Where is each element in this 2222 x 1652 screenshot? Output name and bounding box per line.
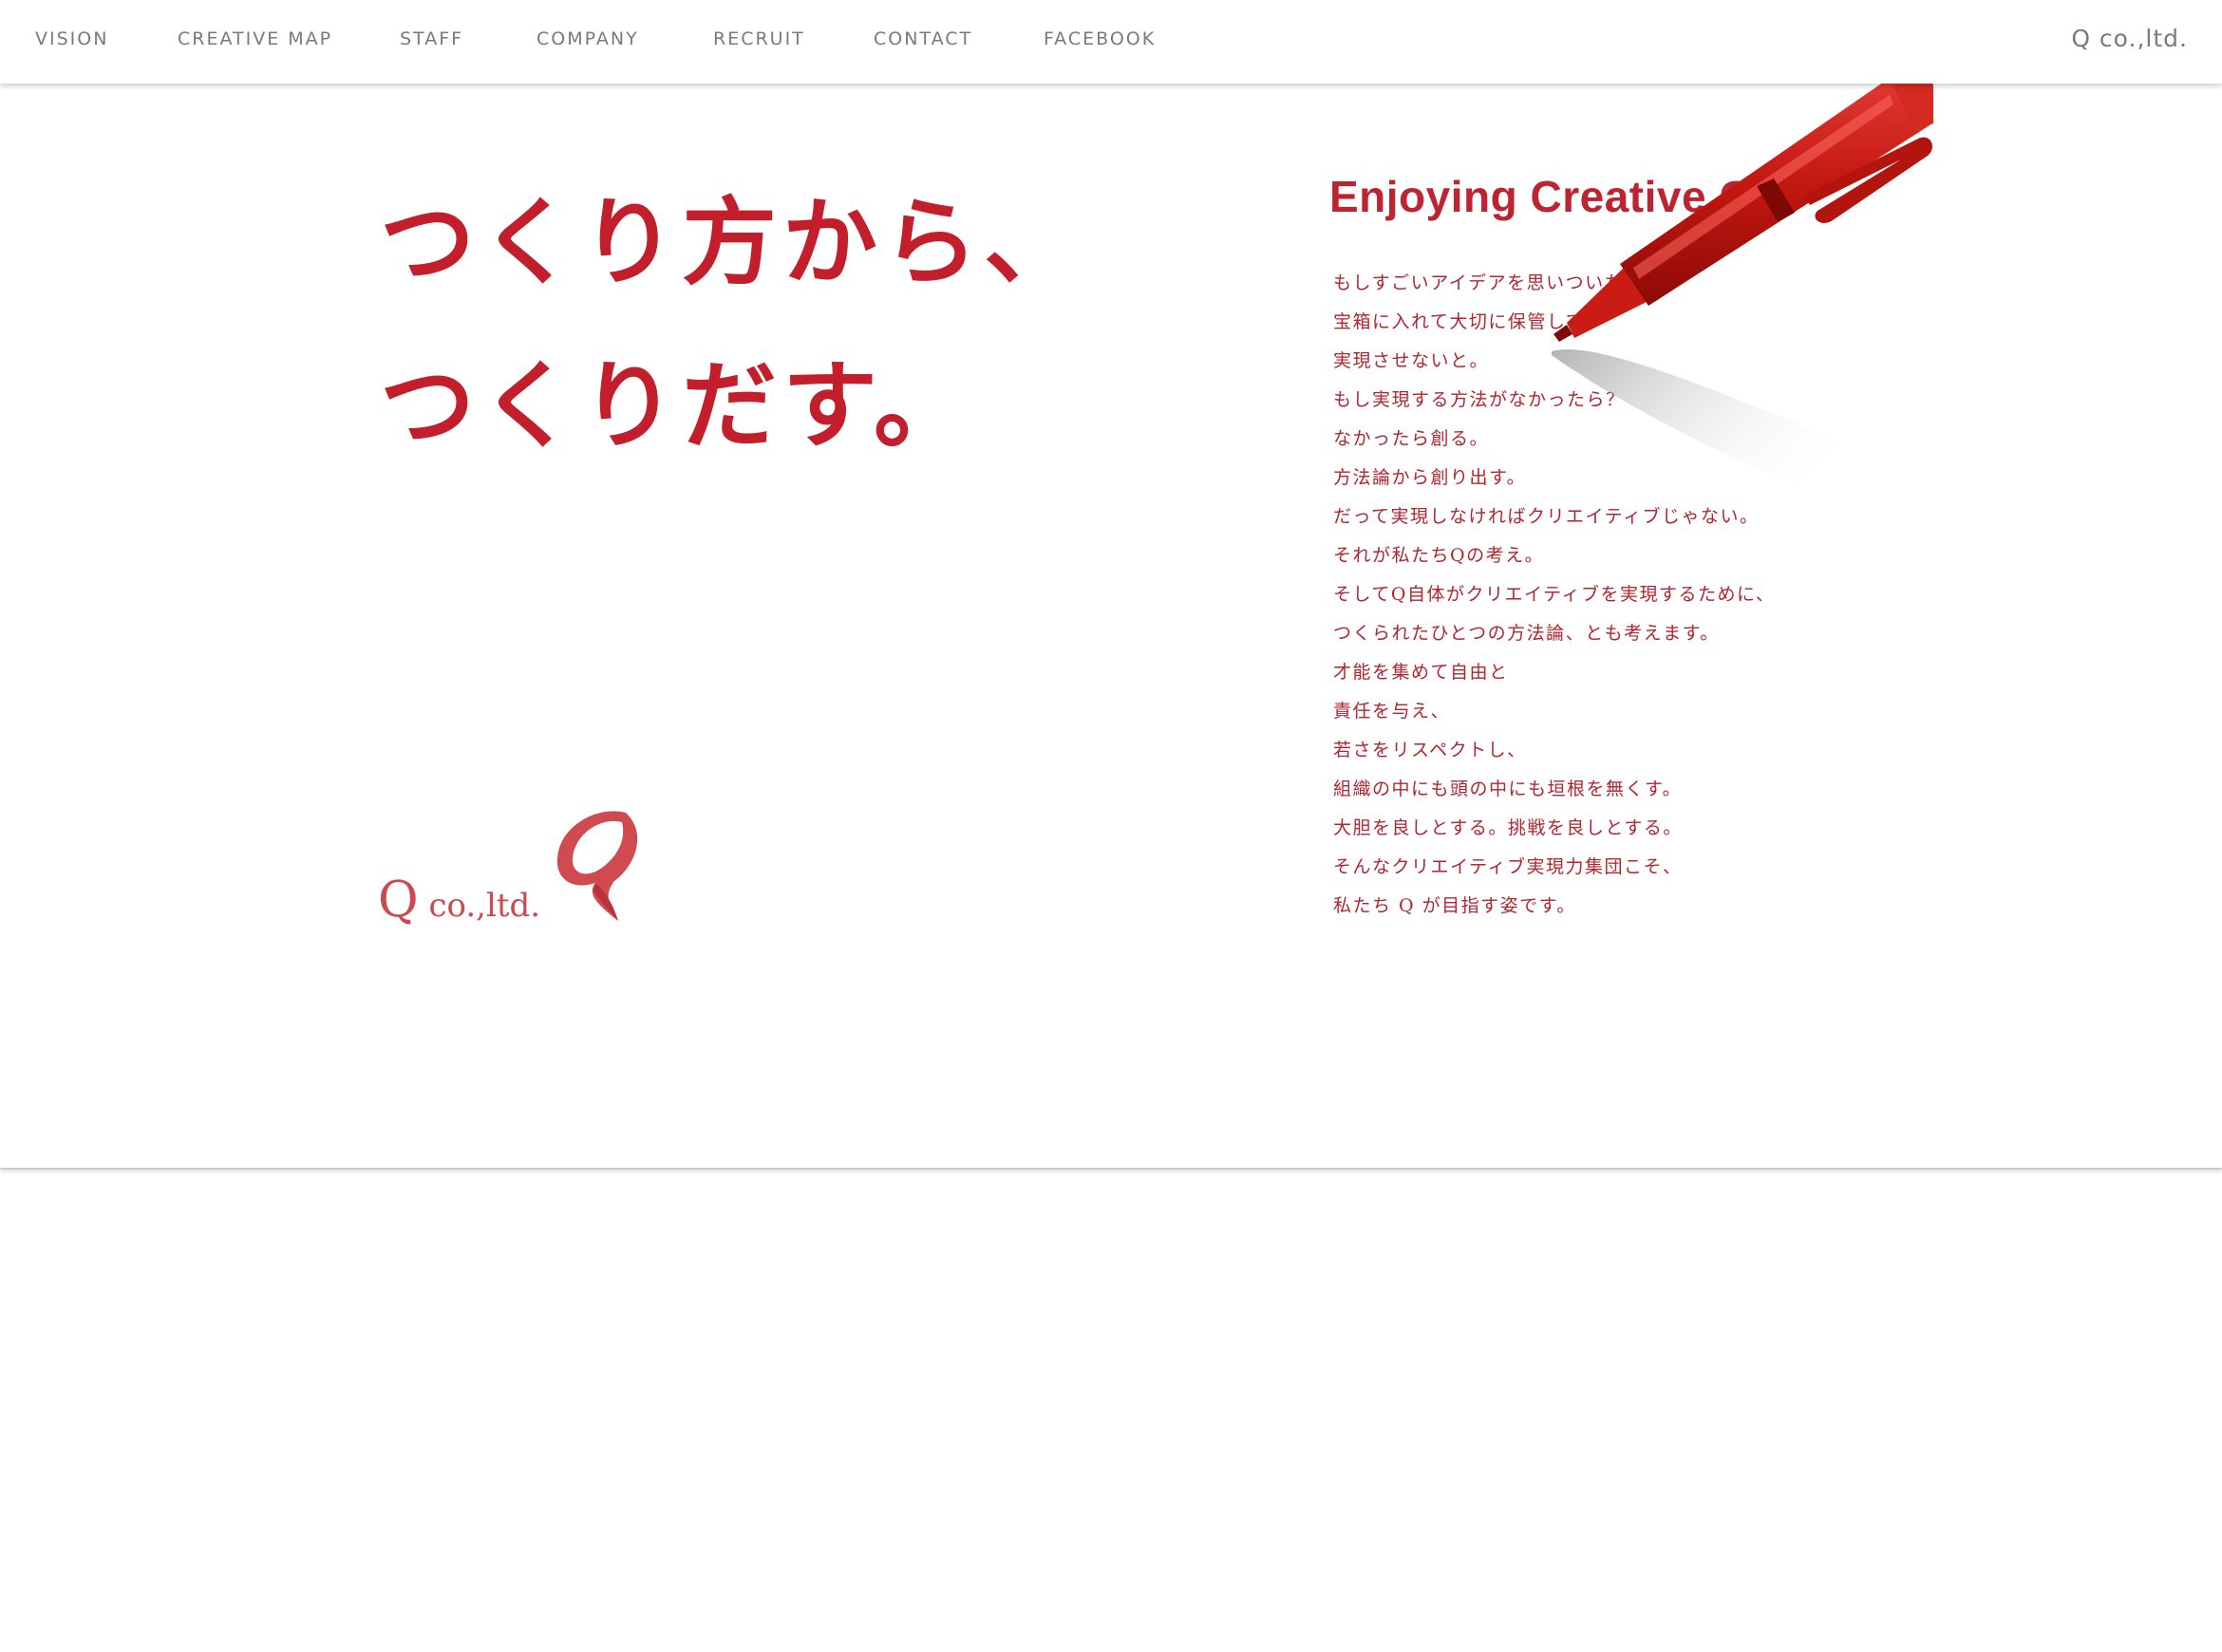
nav-item-creative-map[interactable]: CREATIVE MAP bbox=[178, 28, 332, 49]
vision-line: なかったら創る。 bbox=[1333, 428, 1490, 449]
nav-item-company[interactable]: COMPANY bbox=[537, 28, 639, 49]
vision-line: 責任を与え、 bbox=[1333, 701, 1451, 722]
hero-headline-line-1: つくり方から、 bbox=[380, 187, 1084, 298]
vision-line: それが私たちQの考え。 bbox=[1333, 545, 1545, 566]
hero-headline: つくり方から、 つくりだす。 bbox=[380, 161, 1084, 488]
vision-line: 大胆を良しとする。挑戦を良しとする。 bbox=[1333, 817, 1683, 838]
vision-line: 宝箱に入れて大切に保管して bbox=[1333, 311, 1586, 332]
vision-line: 若さをリスペクトし、 bbox=[1333, 740, 1527, 760]
logo-letter-q: Q bbox=[378, 872, 419, 929]
vision-subtitle: Enjoying Creative Go bbox=[1329, 172, 1781, 221]
vision-line: 実現させないと。 bbox=[1333, 350, 1490, 371]
company-logo: Q co.,ltd. bbox=[378, 803, 650, 925]
vision-line: 才能を集めて自由と bbox=[1333, 662, 1509, 683]
nav-item-vision[interactable]: VISION bbox=[35, 28, 108, 49]
vision-panel bbox=[0, 84, 2222, 1168]
vision-line: もしすごいアイデアを思いついた bbox=[1333, 272, 1625, 293]
nav-item-facebook[interactable]: FACEBOOK bbox=[1044, 28, 1156, 49]
vision-body-text: もしすごいアイデアを思いついた 宝箱に入れて大切に保管して 実現させないと。 も… bbox=[1333, 264, 1775, 926]
nav-item-contact[interactable]: CONTACT bbox=[874, 28, 972, 49]
vision-line: 方法論から創り出す。 bbox=[1333, 467, 1527, 488]
vision-line: だって実現しなければクリエイティブじゃない。 bbox=[1333, 506, 1760, 527]
vision-line: そんなクリエイティブ実現力集団こそ、 bbox=[1333, 856, 1683, 877]
brand-link[interactable]: Q co.,ltd. bbox=[2071, 25, 2188, 52]
vision-line: そしてQ自体がクリエイティブを実現するために、 bbox=[1333, 584, 1776, 605]
vision-line: 私たち Q が目指す姿です。 bbox=[1333, 895, 1576, 916]
logo-wordmark: Q co.,ltd. bbox=[378, 875, 540, 925]
logo-company-suffix: co.,ltd. bbox=[418, 887, 541, 925]
nav-item-recruit[interactable]: RECRUIT bbox=[713, 28, 805, 49]
vision-line: もし実現する方法がなかったら？ bbox=[1333, 389, 1626, 410]
nav-item-staff[interactable]: STAFF bbox=[400, 28, 463, 49]
vision-line: つくられたひとつの方法論、とも考えます。 bbox=[1333, 623, 1720, 644]
vision-line: 組織の中にも頭の中にも垣根を無くす。 bbox=[1333, 779, 1683, 799]
hero-headline-line-2: つくりだす。 bbox=[380, 350, 974, 461]
q-logo-mark-icon bbox=[552, 803, 650, 925]
top-navigation-bar: VISION CREATIVE MAP STAFF COMPANY RECRUI… bbox=[0, 0, 2222, 84]
